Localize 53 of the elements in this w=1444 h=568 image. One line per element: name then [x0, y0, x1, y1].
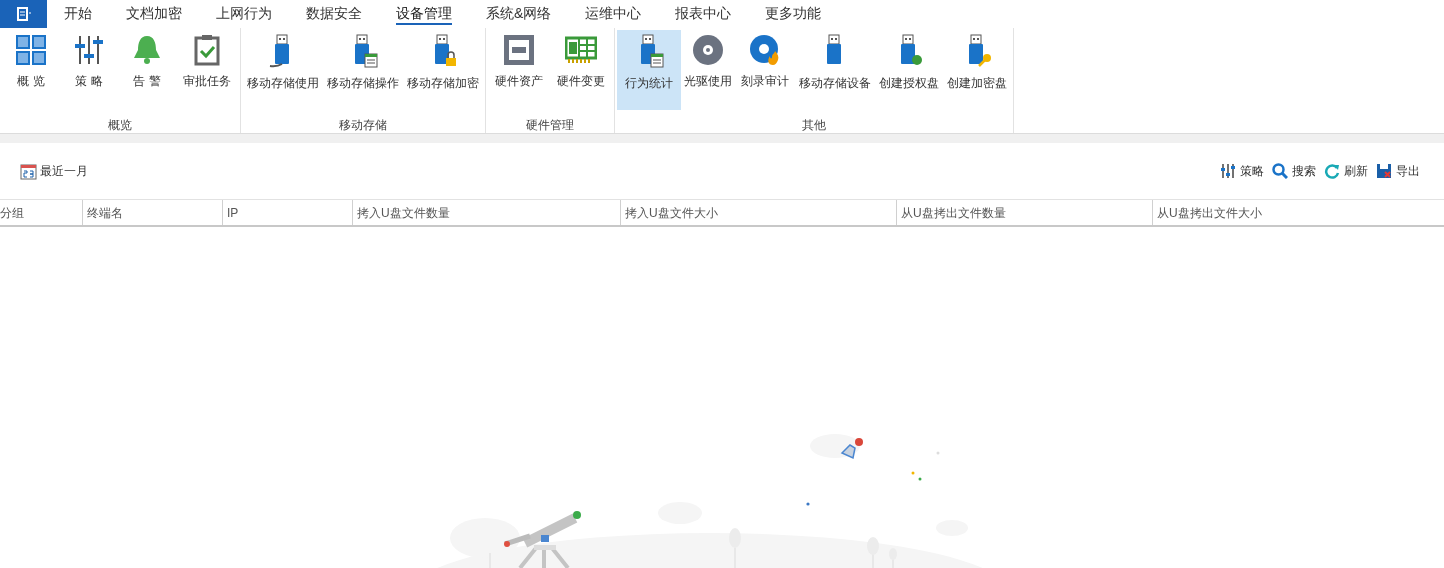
grid-icon: [15, 34, 47, 66]
menu-tab[interactable]: 运维中心: [585, 3, 642, 25]
save-export-icon: [1376, 163, 1392, 179]
ribbon-button[interactable]: 审批任务: [176, 30, 238, 110]
ribbon-button[interactable]: 硬件变更: [550, 30, 612, 110]
column-header[interactable]: 从U盘拷出文件数量: [896, 200, 1152, 225]
toolbar-button[interactable]: 搜索: [1272, 162, 1316, 180]
ribbon-button[interactable]: 移动存储设备: [795, 30, 875, 110]
menu-tab[interactable]: 系统&网络: [486, 3, 552, 25]
column-header[interactable]: 拷入U盘文件数量: [352, 200, 620, 225]
column-header[interactable]: 从U盘拷出文件大小: [1152, 200, 1444, 225]
menu-tab[interactable]: 文档加密: [126, 3, 182, 25]
app-menu-button[interactable]: [0, 0, 47, 28]
ribbon-group-label: 移动存储: [338, 117, 388, 134]
menu-tab[interactable]: 更多功能: [765, 3, 822, 25]
toolbar-button[interactable]: 导出: [1376, 162, 1420, 180]
disc-icon: [692, 34, 724, 66]
ribbon-button[interactable]: 概 览: [2, 30, 60, 110]
menu-tab[interactable]: 设备管理: [396, 3, 452, 25]
sliders-icon: [73, 34, 105, 66]
ribbon-button[interactable]: 告 警: [118, 30, 176, 110]
ribbon-button[interactable]: 创建加密盘: [943, 30, 1011, 110]
menu-tab[interactable]: 数据安全: [306, 3, 362, 25]
refresh-icon: [1324, 163, 1340, 179]
sliders-icon: [1220, 163, 1236, 179]
menu-tab[interactable]: 上网行为: [216, 3, 272, 25]
ribbon-group-label: 概览: [107, 117, 133, 134]
ribbon-button[interactable]: 行为统计: [617, 30, 681, 110]
calendar-icon: [20, 162, 37, 180]
ribbon-button[interactable]: 策 略: [60, 30, 118, 110]
menu-tab[interactable]: 报表中心: [675, 3, 732, 25]
circuit-board-icon: [565, 34, 597, 66]
search-icon: [1272, 163, 1288, 179]
ribbon-button[interactable]: 移动存储操作: [323, 30, 403, 110]
ribbon-group-label: 其他: [801, 117, 827, 134]
toolbar-button[interactable]: 策略: [1220, 162, 1264, 180]
column-header[interactable]: 终端名: [82, 200, 222, 225]
date-range-button[interactable]: 最近一月: [20, 162, 88, 180]
ribbon-button[interactable]: 光驱使用: [681, 30, 735, 110]
toolbar-button[interactable]: 刷新: [1324, 162, 1368, 180]
column-header[interactable]: 拷入U盘文件大小: [620, 200, 896, 225]
disc-flame-icon: [749, 34, 781, 66]
ribbon-group-label: 硬件管理: [525, 117, 575, 134]
menu-icon: [15, 7, 32, 21]
ribbon-button[interactable]: 移动存储加密: [403, 30, 483, 110]
ribbon-button[interactable]: 移动存储使用: [243, 30, 323, 110]
ribbon-button[interactable]: 刻录审计: [735, 30, 795, 110]
ribbon-button[interactable]: 硬件资产: [488, 30, 550, 110]
ribbon-button[interactable]: 创建授权盘: [875, 30, 943, 110]
column-header[interactable]: 分组: [0, 200, 82, 225]
menu-tab[interactable]: 开始: [64, 3, 92, 25]
column-header[interactable]: IP: [222, 200, 352, 225]
bell-icon: [131, 34, 163, 66]
